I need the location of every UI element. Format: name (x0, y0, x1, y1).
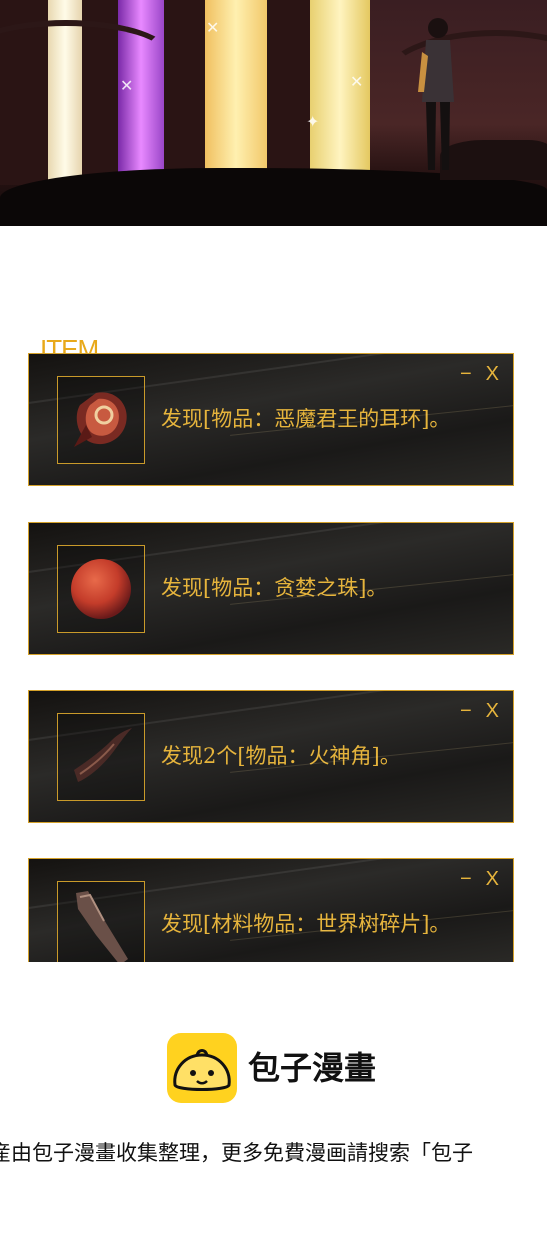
item-icon-frame (57, 713, 145, 801)
bun-icon (173, 1049, 231, 1091)
item-notification: − X 发现[材料物品：世界树碎片]。 (28, 858, 514, 962)
item-message: 发现[物品：贪婪之珠]。 (161, 576, 388, 600)
sparkle: ✕ (206, 18, 220, 37)
comic-panel: ✕ ✕ ✕ ✦ (0, 0, 547, 226)
window-controls: − X (446, 699, 499, 723)
horn-icon (74, 728, 132, 782)
item-notification: − X 发现2个[物品：火神角]。 (28, 690, 514, 823)
item-message: 发现2个[物品：火神角]。 (161, 744, 401, 768)
character-figure (418, 18, 454, 170)
close-button[interactable]: X (486, 868, 499, 890)
shard-icon (76, 890, 128, 962)
window-controls: − X (446, 867, 499, 891)
item-icon-frame (57, 881, 145, 962)
dark-column (164, 0, 205, 185)
brand-logo-icon (167, 1033, 237, 1103)
footer-note: 産由包子漫畫收集整理，更多免費漫画請搜索「包子 (0, 1141, 473, 1165)
minimize-button[interactable]: − (460, 868, 472, 890)
item-message: 发现[材料物品：世界树碎片]。 (161, 912, 451, 936)
light-pillar (310, 0, 370, 185)
minimize-button[interactable]: − (460, 363, 472, 385)
dark-column (267, 0, 310, 185)
item-notification: 发现[物品：贪婪之珠]。 (28, 522, 514, 655)
item-icon-frame (57, 376, 145, 464)
earring-icon (74, 392, 127, 447)
window-controls: − X (446, 362, 499, 386)
close-button[interactable]: X (486, 700, 499, 722)
close-button[interactable]: X (486, 363, 499, 385)
sparkle: ✕ (350, 72, 364, 91)
item-icon-frame (57, 545, 145, 633)
minimize-button[interactable]: − (460, 700, 472, 722)
brand-name: 包子漫畫 (248, 1049, 377, 1087)
tendril (380, 30, 547, 132)
item-message: 发现[物品：恶魔君王的耳环]。 (161, 407, 451, 431)
sparkle: ✕ (120, 76, 134, 95)
item-notification: − X 发现[物品：恶魔君王的耳环]。 (28, 353, 514, 486)
orb-icon (71, 559, 131, 619)
sparkle: ✦ (306, 112, 320, 131)
